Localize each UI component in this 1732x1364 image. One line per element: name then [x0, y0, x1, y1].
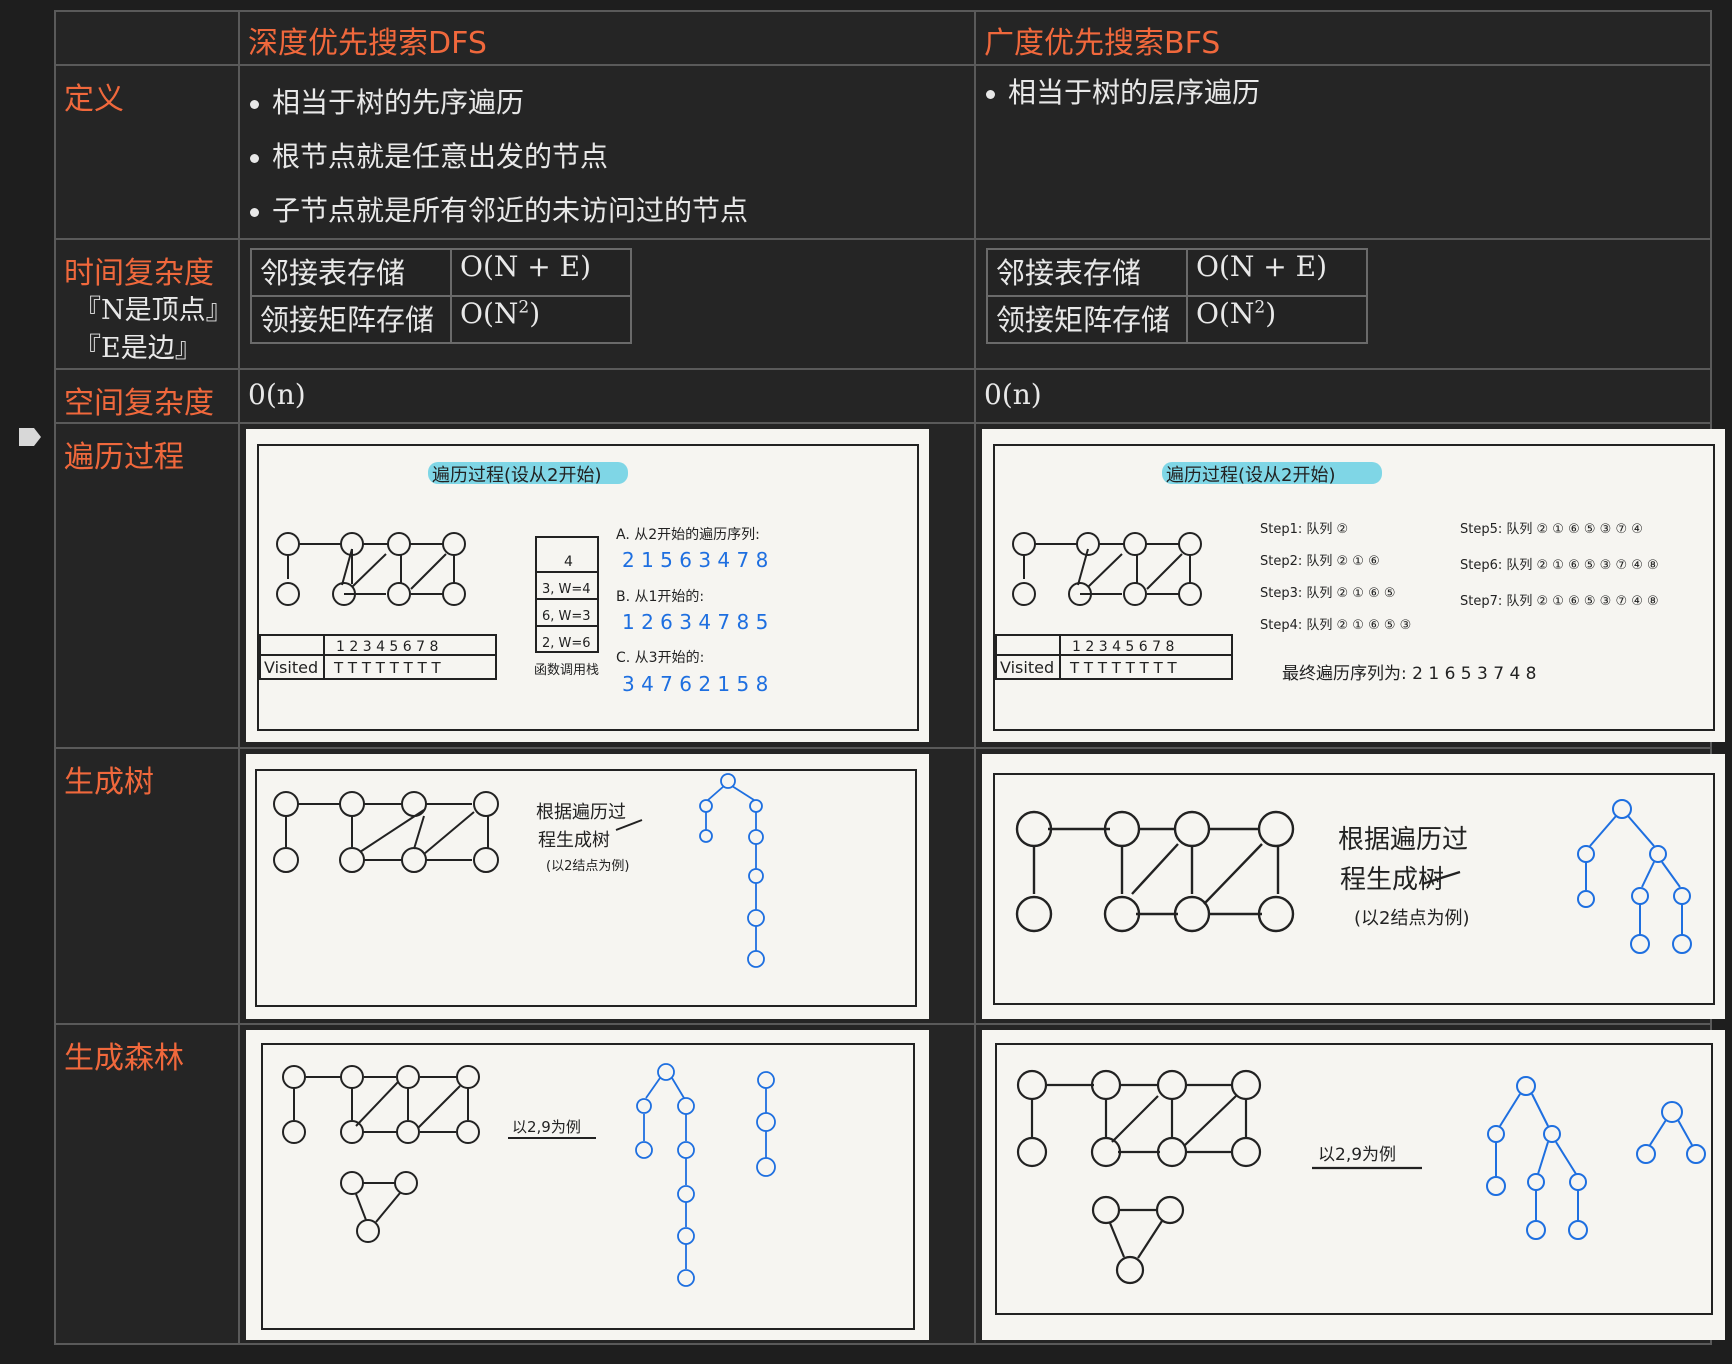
svg-text:函数调用栈: 函数调用栈	[534, 663, 599, 678]
svg-text:3, W=4: 3, W=4	[542, 582, 591, 597]
adj-matrix-value: O(N2)	[1186, 295, 1368, 344]
bfs-definition-cell: 相当于树的层序遍历	[974, 64, 1712, 240]
adj-matrix-label: 领接矩阵存储	[986, 295, 1188, 344]
bfs-traversal-sketch: 遍历过程(设从2开始) Visited 1 2 3 4 5 6 7 8 T T …	[993, 444, 1715, 731]
adj-matrix-value: O(N2)	[450, 295, 632, 344]
dfs-forest-image: 以2,9为例	[238, 1023, 976, 1345]
bfs-tree-image: 根据遍历过 程生成树 (以2结点为例)	[974, 747, 1725, 1025]
dfs-forest-sketch: 以2,9为例	[261, 1043, 915, 1330]
svg-text:Step4: 队列 ② ① ⑥ ⑤ ③: Step4: 队列 ② ① ⑥ ⑤ ③	[1260, 618, 1411, 633]
comparison-table: 深度优先搜索DFS 广度优先搜索BFS 定义 相当于树的先序遍历 根节点就是任意…	[54, 10, 1725, 1345]
svg-text:遍历过程(设从2开始): 遍历过程(设从2开始)	[432, 465, 602, 486]
adj-list-value: O(N + E)	[450, 248, 632, 297]
list-item: 根节点就是任意出发的节点	[250, 130, 974, 184]
svg-text:遍历过程(设从2开始): 遍历过程(设从2开始)	[1166, 465, 1336, 486]
svg-text:最终遍历序列为: 2 1 6 5 3 7 4 8: 最终遍历序列为: 2 1 6 5 3 7 4 8	[1282, 664, 1537, 684]
svg-text:程生成树: 程生成树	[1340, 865, 1444, 895]
svg-text:根据遍历过: 根据遍历过	[536, 802, 626, 823]
dfs-tree-sketch: 根据遍历过 程生成树 (以2结点为例)	[255, 769, 917, 1007]
svg-text:Visited: Visited	[264, 658, 318, 677]
adj-list-label: 邻接表存储	[250, 248, 452, 297]
svg-text:Step3: 队列 ② ① ⑥ ⑤: Step3: 队列 ② ① ⑥ ⑤	[1260, 586, 1396, 601]
svg-text:3 4 7 6 2 1 5 8: 3 4 7 6 2 1 5 8	[622, 672, 768, 696]
svg-text:Step1: 队列 ②: Step1: 队列 ②	[1260, 522, 1348, 537]
dfs-traversal-image: 遍历过程(设从2开始) Visited 1 2 3 4 5 6 7 8 T T …	[238, 422, 976, 749]
svg-text:B. 从1开始的:: B. 从1开始的:	[616, 589, 704, 605]
bfs-tree-sketch: 根据遍历过 程生成树 (以2结点为例)	[993, 773, 1715, 1005]
bfs-definition-list: 相当于树的层序遍历	[976, 66, 1710, 120]
list-item: 相当于树的层序遍历	[986, 66, 1710, 120]
dfs-time-cell: 邻接表存储 O(N + E) 领接矩阵存储 O(N2)	[238, 238, 976, 370]
svg-text:Step5: 队列 ② ① ⑥ ⑤ ③ ⑦ ④: Step5: 队列 ② ① ⑥ ⑤ ③ ⑦ ④	[1460, 522, 1643, 537]
svg-text:(以2结点为例): (以2结点为例)	[546, 859, 629, 874]
list-item: 相当于树的先序遍历	[250, 76, 974, 130]
adj-list-label: 邻接表存储	[986, 248, 1188, 297]
svg-text:C. 从3开始的:: C. 从3开始的:	[616, 650, 704, 666]
row-header-tree: 生成树	[54, 747, 240, 1025]
row-header-time: 时间复杂度 『N是顶点』 『E是边』	[54, 238, 240, 370]
svg-text:1 2 6 3 4 7 8 5: 1 2 6 3 4 7 8 5	[622, 610, 768, 634]
svg-text:A. 从2开始的遍历序列:: A. 从2开始的遍历序列:	[616, 527, 760, 543]
svg-text:T T T T T T T T: T T T T T T T T	[1069, 659, 1178, 677]
block-handle-icon[interactable]	[18, 427, 42, 447]
svg-text:4: 4	[564, 554, 573, 570]
row-header-definition: 定义	[54, 64, 240, 240]
svg-text:2 1 5 6 3 4 7 8: 2 1 5 6 3 4 7 8	[622, 548, 768, 572]
svg-text:以2,9为例: 以2,9为例	[512, 1118, 581, 1136]
dfs-tree-image: 根据遍历过 程生成树 (以2结点为例)	[238, 747, 976, 1025]
row-header-forest: 生成森林	[54, 1023, 240, 1345]
svg-text:(以2结点为例): (以2结点为例)	[1354, 908, 1470, 929]
column-header-dfs: 深度优先搜索DFS	[238, 10, 976, 66]
svg-text:T T T T T T T T: T T T T T T T T	[333, 659, 442, 677]
dfs-definition-cell: 相当于树的先序遍历 根节点就是任意出发的节点 子节点就是所有邻近的未访问过的节点	[238, 64, 976, 240]
svg-text:程生成树: 程生成树	[538, 830, 610, 851]
dfs-definition-list: 相当于树的先序遍历 根节点就是任意出发的节点 子节点就是所有邻近的未访问过的节点	[240, 66, 974, 238]
column-header-bfs: 广度优先搜索BFS	[974, 10, 1712, 66]
complexity-table: 邻接表存储 O(N + E) 领接矩阵存储 O(N2)	[250, 248, 632, 344]
svg-text:Step6: 队列 ② ① ⑥ ⑤ ③ ⑦ ④ ⑧: Step6: 队列 ② ① ⑥ ⑤ ③ ⑦ ④ ⑧	[1460, 558, 1659, 573]
corner-cell	[54, 10, 240, 66]
bfs-forest-sketch: 以2,9为例	[995, 1043, 1713, 1315]
list-item: 子节点就是所有邻近的未访问过的节点	[250, 184, 974, 238]
svg-text:1 2 3 4 5 6 7 8: 1 2 3 4 5 6 7 8	[336, 639, 438, 655]
svg-text:2, W=6: 2, W=6	[542, 636, 591, 651]
svg-text:1 2 3 4 5 6 7 8: 1 2 3 4 5 6 7 8	[1072, 639, 1174, 655]
dfs-space-cell: 0(n)	[238, 368, 976, 424]
bfs-time-cell: 邻接表存储 O(N + E) 领接矩阵存储 O(N2)	[974, 238, 1712, 370]
adj-matrix-label: 领接矩阵存储	[250, 295, 452, 344]
svg-text:以2,9为例: 以2,9为例	[1318, 1145, 1396, 1165]
row-header-traversal: 遍历过程	[54, 422, 240, 749]
svg-text:Step7: 队列 ② ① ⑥ ⑤ ③ ⑦ ④ ⑧: Step7: 队列 ② ① ⑥ ⑤ ③ ⑦ ④ ⑧	[1460, 594, 1659, 609]
svg-text:Visited: Visited	[1000, 658, 1054, 677]
row-header-space: 空间复杂度	[54, 368, 240, 424]
svg-text:6, W=3: 6, W=3	[542, 609, 591, 624]
complexity-table: 邻接表存储 O(N + E) 领接矩阵存储 O(N2)	[986, 248, 1368, 344]
bfs-traversal-image: 遍历过程(设从2开始) Visited 1 2 3 4 5 6 7 8 T T …	[974, 422, 1725, 749]
svg-text:根据遍历过: 根据遍历过	[1338, 825, 1468, 855]
svg-text:Step2: 队列 ② ① ⑥: Step2: 队列 ② ① ⑥	[1260, 554, 1380, 569]
bfs-forest-image: 以2,9为例	[974, 1023, 1725, 1345]
adj-list-value: O(N + E)	[1186, 248, 1368, 297]
bfs-space-cell: 0(n)	[974, 368, 1712, 424]
dfs-traversal-sketch: 遍历过程(设从2开始) Visited 1 2 3 4 5 6 7 8 T T …	[257, 444, 919, 731]
